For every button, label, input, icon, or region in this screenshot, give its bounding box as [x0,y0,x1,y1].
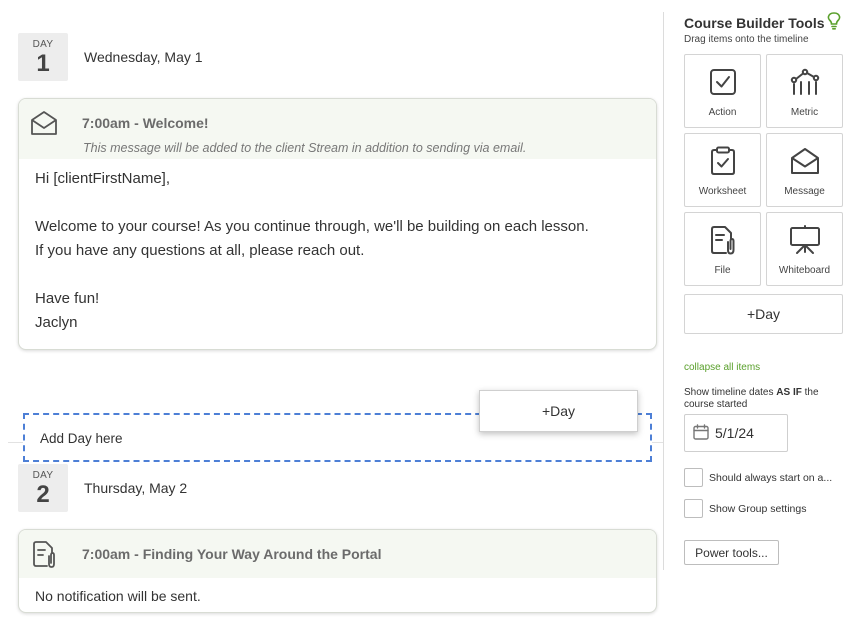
group-settings-option: Show Group settings [684,499,854,518]
add-day-tool[interactable]: +Day [684,294,843,334]
day-header-2: DAY 2 Thursday, May 2 [18,464,187,512]
card-body: No notification will be sent. [19,578,656,612]
message-body: Hi [clientFirstName], Welcome to your co… [35,170,589,331]
group-settings-label: Show Group settings [709,502,807,515]
day-badge: DAY 1 [18,33,68,81]
tools-subtitle: Drag items onto the timeline [684,34,809,45]
tool-whiteboard[interactable]: Whiteboard [766,212,843,286]
timeline-dates-label: Show timeline dates AS IF the course sta… [684,387,844,411]
tool-worksheet[interactable]: Worksheet [684,133,761,207]
always-start-label: Should always start on a... [709,471,833,484]
day-badge-label: DAY [32,469,54,481]
card-body: Hi [clientFirstName], Welcome to your co… [19,159,656,349]
day-badge-number: 1 [36,49,50,77]
card-header[interactable]: 7:00am - Welcome! This message will be a… [19,99,656,159]
day-badge: DAY 2 [18,464,68,512]
envelope-icon [30,109,58,137]
tool-action[interactable]: Action [684,54,761,128]
dropzone-text: Add Day here [40,431,123,446]
tool-label: Action [708,107,737,118]
tools-title-text: Course Builder Tools [684,14,825,31]
dragging-add-day-item[interactable]: +Day [479,390,638,432]
card-note: This message will be added to the client… [83,141,527,155]
tools-title: Course Builder Tools [684,12,854,33]
collapse-all-link[interactable]: collapse all items [684,362,854,373]
day-header-1: DAY 1 Wednesday, May 1 [18,33,203,81]
day-badge-label: DAY [32,38,54,50]
file-clip-icon [707,224,739,256]
whiteboard-icon [789,224,821,256]
timeline-item-welcome[interactable]: 7:00am - Welcome! This message will be a… [18,98,657,350]
group-settings-checkbox[interactable] [684,499,703,518]
dates-label-bold: AS IF [776,387,802,398]
timeline-item-portal[interactable]: 7:00am - Finding Your Way Around the Por… [18,529,657,613]
day-date: Wednesday, May 1 [84,49,203,65]
tool-label: Message [784,186,825,197]
tool-label: Whiteboard [778,265,831,276]
envelope-icon [789,145,821,177]
file-clip-icon [30,540,58,568]
tool-metric[interactable]: Metric [766,54,843,128]
metric-icon [789,66,821,98]
clipboard-icon [707,145,739,177]
always-start-option: Should always start on a... [684,468,854,487]
calendar-icon [693,423,709,443]
course-builder-tools: Course Builder Tools Drag items onto the… [684,12,854,565]
tool-label: Worksheet [698,186,747,197]
lightbulb-icon[interactable] [827,12,841,33]
panel-divider [663,12,664,570]
notification-note: No notification will be sent. [35,588,201,604]
tool-label: File [714,265,731,276]
checkbox-icon [707,66,739,98]
card-header[interactable]: 7:00am - Finding Your Way Around the Por… [19,530,656,578]
timeline: DAY 1 Wednesday, May 1 7:00am - Welcome!… [0,0,664,628]
power-tools-button[interactable]: Power tools... [684,540,779,565]
start-date-input[interactable]: 5/1/24 [684,414,788,452]
card-title: 7:00am - Finding Your Way Around the Por… [82,546,382,562]
dates-label-pre: Show timeline dates [684,387,777,398]
tool-grid: Action Metric Worksheet Message File Whi… [684,54,854,286]
card-title: 7:00am - Welcome! [82,115,209,131]
tool-message[interactable]: Message [766,133,843,207]
tool-label: Metric [790,107,819,118]
always-start-checkbox[interactable] [684,468,703,487]
day-badge-number: 2 [36,480,50,508]
start-date-value: 5/1/24 [715,425,754,441]
tool-file[interactable]: File [684,212,761,286]
day-date: Thursday, May 2 [84,480,188,496]
